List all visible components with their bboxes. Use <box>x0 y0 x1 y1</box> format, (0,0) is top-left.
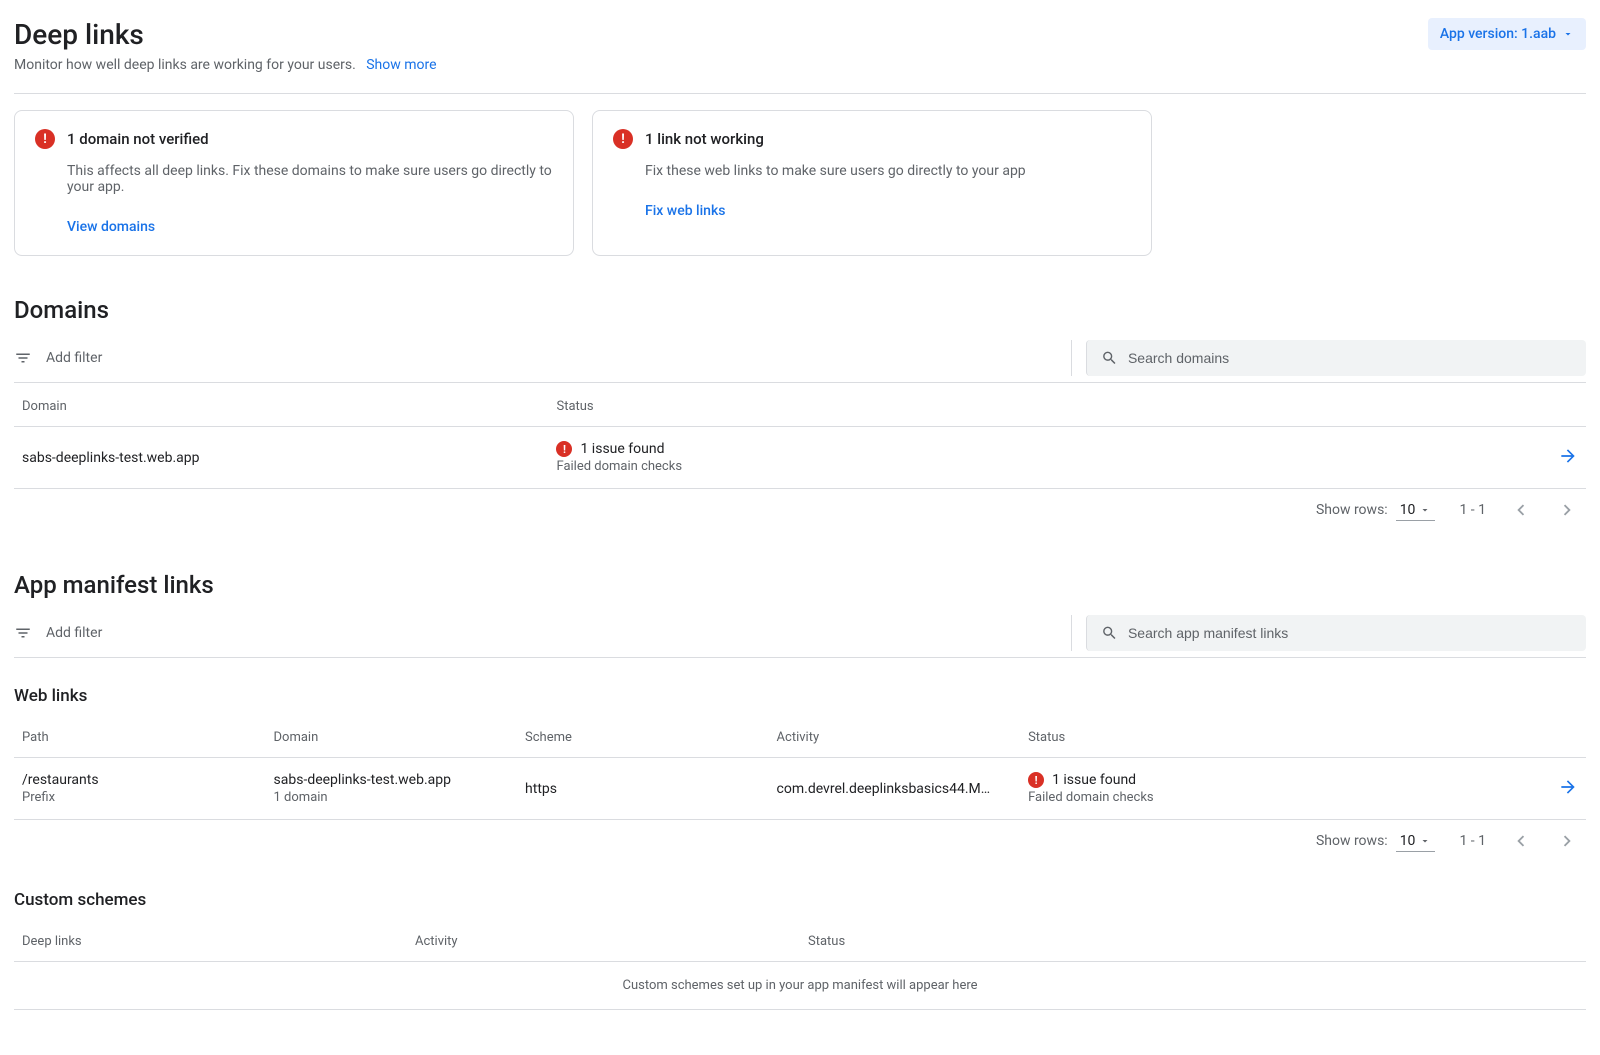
th-status: Status <box>800 918 1586 962</box>
view-domains-button[interactable]: View domains <box>67 219 553 235</box>
cell-domain: sabs-deeplinks-test.web.app 1 domain <box>266 758 518 820</box>
show-more-link[interactable]: Show more <box>366 57 436 73</box>
page-title: Deep links <box>14 18 437 51</box>
cell-status: ! 1 issue found Failed domain checks <box>1020 758 1492 820</box>
cell-status: ! 1 issue found Failed domain checks <box>548 427 1546 489</box>
rows-value: 10 <box>1400 833 1416 849</box>
pager-range: 1 - 1 <box>1459 833 1486 849</box>
th-activity: Activity <box>769 714 1021 758</box>
manifest-section-title: App manifest links <box>14 571 1586 599</box>
weblinks-section-title: Web links <box>14 686 1586 706</box>
alert-link-title: 1 link not working <box>645 130 764 148</box>
subtitle-text: Monitor how well deep links are working … <box>14 57 356 73</box>
pager-next[interactable] <box>1556 830 1578 852</box>
domains-pager: Show rows: 10 1 - 1 <box>14 489 1586 531</box>
divider <box>14 93 1586 94</box>
th-activity: Activity <box>407 918 800 962</box>
status-sub: Failed domain checks <box>556 459 1538 474</box>
cell-activity: com.devrel.deeplinksbasics44.MainA… <box>769 758 1021 820</box>
add-filter-label: Add filter <box>46 625 102 641</box>
th-domain: Domain <box>14 383 548 427</box>
error-icon: ! <box>613 129 633 149</box>
table-row[interactable]: /restaurants Prefix sabs-deeplinks-test.… <box>14 758 1586 820</box>
rows-select[interactable]: 10 <box>1396 500 1436 521</box>
custom-schemes-title: Custom schemes <box>14 890 1586 910</box>
fix-web-links-button[interactable]: Fix web links <box>645 203 1131 219</box>
status-sub: Failed domain checks <box>1028 790 1484 805</box>
th-status: Status <box>1020 714 1492 758</box>
domains-add-filter[interactable]: Add filter <box>14 349 102 367</box>
alert-card-link: ! 1 link not working Fix these web links… <box>592 110 1152 256</box>
manifest-add-filter[interactable]: Add filter <box>14 624 102 642</box>
search-icon <box>1101 624 1118 642</box>
th-deep-links: Deep links <box>14 918 407 962</box>
pager-next[interactable] <box>1556 499 1578 521</box>
row-details-arrow[interactable] <box>1558 446 1578 466</box>
status-title: 1 issue found <box>1052 772 1136 788</box>
alert-domain-title: 1 domain not verified <box>67 130 209 148</box>
row-details-arrow[interactable] <box>1558 777 1578 797</box>
status-title: 1 issue found <box>580 441 664 457</box>
show-rows-label: Show rows: <box>1316 502 1388 518</box>
rows-select[interactable]: 10 <box>1396 831 1436 852</box>
arrow-right-icon <box>1558 777 1578 797</box>
alert-link-body: Fix these web links to make sure users g… <box>645 163 1131 179</box>
cell-scheme: https <box>517 758 769 820</box>
chevron-down-icon <box>1562 28 1574 40</box>
show-rows-label: Show rows: <box>1316 833 1388 849</box>
app-version-label: App version: 1.aab <box>1440 26 1556 42</box>
domains-section-title: Domains <box>14 296 1586 324</box>
error-icon: ! <box>1028 772 1044 788</box>
pager-prev[interactable] <box>1510 830 1532 852</box>
search-icon <box>1101 349 1118 367</box>
filter-icon <box>14 349 32 367</box>
th-status: Status <box>548 383 1546 427</box>
th-scheme: Scheme <box>517 714 769 758</box>
filter-icon <box>14 624 32 642</box>
domains-search-input[interactable] <box>1128 350 1572 366</box>
weblinks-pager: Show rows: 10 1 - 1 <box>14 820 1586 862</box>
chevron-down-icon <box>1419 835 1431 847</box>
add-filter-label: Add filter <box>46 350 102 366</box>
table-row[interactable]: sabs-deeplinks-test.web.app ! 1 issue fo… <box>14 427 1586 489</box>
manifest-search[interactable] <box>1086 615 1586 651</box>
custom-schemes-table: Deep links Activity Status <box>14 918 1586 962</box>
manifest-search-input[interactable] <box>1128 625 1572 641</box>
rows-value: 10 <box>1400 502 1416 518</box>
pager-prev[interactable] <box>1510 499 1532 521</box>
th-domain: Domain <box>266 714 518 758</box>
custom-schemes-empty: Custom schemes set up in your app manife… <box>14 962 1586 1010</box>
error-icon: ! <box>556 441 572 457</box>
page-subtitle: Monitor how well deep links are working … <box>14 57 437 73</box>
alert-card-domain: ! 1 domain not verified This affects all… <box>14 110 574 256</box>
pager-range: 1 - 1 <box>1459 502 1486 518</box>
error-icon: ! <box>35 129 55 149</box>
app-version-chip[interactable]: App version: 1.aab <box>1428 18 1586 50</box>
cell-domain: sabs-deeplinks-test.web.app <box>14 427 548 489</box>
chevron-down-icon <box>1419 504 1431 516</box>
th-path: Path <box>14 714 266 758</box>
alert-domain-body: This affects all deep links. Fix these d… <box>67 163 553 195</box>
cell-path: /restaurants Prefix <box>14 758 266 820</box>
weblinks-table: Path Domain Scheme Activity Status /rest… <box>14 714 1586 820</box>
domains-search[interactable] <box>1086 340 1586 376</box>
arrow-right-icon <box>1558 446 1578 466</box>
domains-table: Domain Status sabs-deeplinks-test.web.ap… <box>14 383 1586 489</box>
